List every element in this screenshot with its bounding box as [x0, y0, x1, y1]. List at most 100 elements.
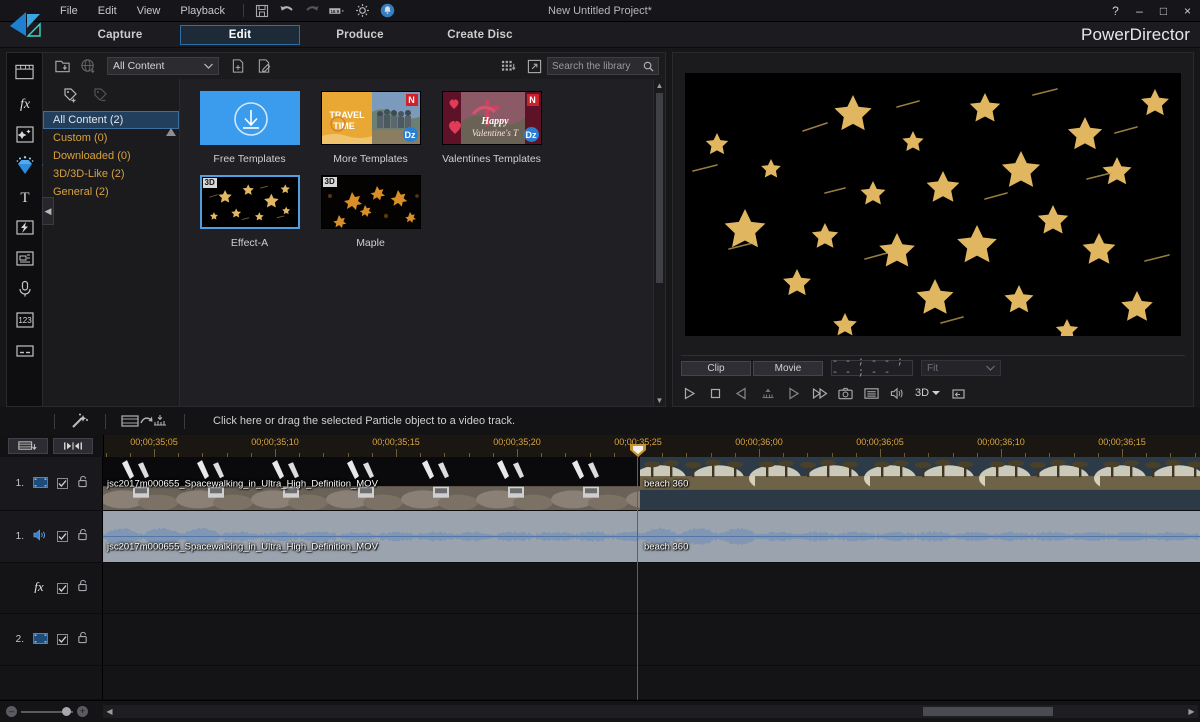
- maximize-button[interactable]: □: [1157, 5, 1170, 17]
- timeline-clip[interactable]: beach 360: [640, 457, 1200, 510]
- edit-folder-icon[interactable]: [251, 55, 277, 77]
- track-lock-icon[interactable]: [77, 475, 88, 493]
- playback-list-icon[interactable]: [863, 385, 880, 402]
- zoom-out-button[interactable]: –: [6, 706, 17, 717]
- subtitle-room-icon[interactable]: [13, 340, 37, 362]
- grid-view-icon[interactable]: [495, 55, 521, 77]
- zoom-slider[interactable]: [21, 711, 73, 713]
- playhead-handle[interactable]: [630, 444, 646, 457]
- track-body-empty[interactable]: [103, 666, 1200, 699]
- scroll-right-arrow-icon[interactable]: ▶: [1185, 707, 1198, 716]
- track-lock-icon[interactable]: [77, 579, 88, 597]
- transition-room-icon[interactable]: [13, 216, 37, 238]
- timeline-clip[interactable]: jsc2017m000655_Spacewalking_in_Ultra_Hig…: [103, 457, 640, 510]
- menu-edit[interactable]: Edit: [88, 3, 127, 19]
- title-room-icon[interactable]: T: [13, 185, 37, 207]
- play-icon[interactable]: [681, 385, 698, 402]
- particle-room-icon[interactable]: [13, 154, 37, 176]
- tab-produce[interactable]: Produce: [300, 25, 420, 45]
- fast-forward-icon[interactable]: [811, 385, 828, 402]
- scrollbar-thumb[interactable]: [656, 93, 663, 283]
- save-icon[interactable]: [254, 3, 270, 18]
- new-folder-icon[interactable]: [225, 55, 251, 77]
- search-input[interactable]: Search the library: [547, 57, 659, 75]
- timeline-ruler[interactable]: 00;00;35;05 00;00;35;10 00;00;35;15 00;00;3…: [103, 435, 1200, 457]
- track-enable-checkbox[interactable]: [57, 478, 68, 489]
- audio-track-icon[interactable]: [33, 528, 48, 546]
- library-tile-more-templates[interactable]: TRAVEL TIME N Dz More Templates: [315, 91, 426, 165]
- add-to-timeline-icon[interactable]: [120, 411, 170, 431]
- expand-library-icon[interactable]: [521, 55, 547, 77]
- library-scrollbar[interactable]: ▲ ▼: [653, 79, 665, 406]
- next-frame-icon[interactable]: [785, 385, 802, 402]
- horizontal-scrollbar-thumb[interactable]: [923, 707, 1053, 716]
- menu-view[interactable]: View: [127, 3, 171, 19]
- track-body-audio-1[interactable]: jsc2017m000655_Spacewalking_in_Ultra_Hig…: [103, 511, 1200, 562]
- collapse-category-panel-button[interactable]: ◀: [42, 197, 54, 225]
- mark-in-icon[interactable]: [759, 385, 776, 402]
- library-tile-free-templates[interactable]: Free Templates: [194, 91, 305, 165]
- track-body-video-1[interactable]: jsc2017m000655_Spacewalking_in_Ultra_Hig…: [103, 457, 1200, 510]
- settings-gear-icon[interactable]: [354, 3, 370, 18]
- track-enable-checkbox[interactable]: [57, 583, 68, 594]
- download-from-web-icon[interactable]: [75, 55, 101, 77]
- track-enable-checkbox[interactable]: [57, 634, 68, 645]
- clip-mode-button[interactable]: Clip: [681, 361, 751, 376]
- track-body-video-2[interactable]: [103, 614, 1200, 665]
- scroll-up-arrow-icon[interactable]: ▲: [654, 79, 665, 91]
- media-room-icon[interactable]: [13, 61, 37, 83]
- content-filter-select[interactable]: All Content: [107, 57, 219, 75]
- tab-edit[interactable]: Edit: [180, 25, 300, 45]
- voice-over-room-icon[interactable]: [13, 278, 37, 300]
- preview-timecode[interactable]: - - ; - - ; - - ; - -: [831, 360, 913, 376]
- undo-icon[interactable]: [279, 3, 295, 18]
- pip-objects-room-icon[interactable]: [13, 123, 37, 145]
- preview-fit-select[interactable]: Fit: [921, 360, 1001, 376]
- stop-icon[interactable]: [707, 385, 724, 402]
- tab-capture[interactable]: Capture: [60, 25, 180, 45]
- snapshot-icon[interactable]: [837, 385, 854, 402]
- close-button[interactable]: ×: [1181, 5, 1194, 17]
- previous-frame-icon[interactable]: [733, 385, 750, 402]
- menu-playback[interactable]: Playback: [170, 3, 235, 19]
- library-tile-effect-a[interactable]: 3D Effect-A: [194, 175, 305, 249]
- chapter-room-icon[interactable]: 123: [13, 309, 37, 331]
- track-enable-checkbox[interactable]: [57, 531, 68, 542]
- library-tile-valentines-templates[interactable]: Happy Valentine's T N Dz Valentines Temp…: [436, 91, 547, 165]
- preview-video[interactable]: [685, 73, 1181, 336]
- timeline-horizontal-scrollbar[interactable]: ◀ ▶: [103, 705, 1198, 718]
- track-body-fx[interactable]: [103, 563, 1200, 613]
- notification-badge-icon[interactable]: [379, 3, 395, 18]
- three-d-mode-button[interactable]: 3D: [915, 387, 940, 399]
- scroll-left-arrow-icon[interactable]: ◀: [103, 707, 116, 716]
- help-button[interactable]: ?: [1109, 5, 1122, 17]
- category-item-custom[interactable]: Custom (0): [43, 129, 179, 147]
- add-tag-icon[interactable]: [61, 85, 81, 103]
- movie-mode-button[interactable]: Movie: [753, 361, 823, 376]
- timeline-clip[interactable]: jsc2017m000655_Spacewalking_in_Ultra_Hig…: [103, 511, 640, 562]
- volume-icon[interactable]: [889, 385, 906, 402]
- menu-file[interactable]: File: [50, 3, 88, 19]
- detach-preview-icon[interactable]: [949, 385, 966, 402]
- timeline-marker-button[interactable]: [53, 438, 93, 454]
- tab-create-disc[interactable]: Create Disc: [420, 25, 540, 45]
- effect-room-fx-icon[interactable]: fx: [13, 92, 37, 114]
- category-item-downloaded[interactable]: Downloaded (0): [43, 147, 179, 165]
- zoom-slider-knob[interactable]: [62, 707, 71, 716]
- magic-tools-icon[interactable]: [69, 411, 91, 431]
- category-scroll-up-arrow[interactable]: [166, 123, 176, 141]
- minimize-button[interactable]: –: [1133, 5, 1146, 17]
- import-media-icon[interactable]: [49, 55, 75, 77]
- remove-tag-icon[interactable]: [91, 85, 111, 103]
- category-item-all-content[interactable]: All Content (2): [43, 111, 179, 129]
- redo-icon[interactable]: [304, 3, 320, 18]
- track-lock-icon[interactable]: [77, 631, 88, 649]
- track-manager-button[interactable]: [8, 438, 48, 454]
- aspect-ratio-169-icon[interactable]: 16:9: [329, 3, 345, 18]
- category-item-3d-3d-like[interactable]: 3D/3D-Like (2): [43, 165, 179, 183]
- audio-mixing-room-icon[interactable]: [13, 247, 37, 269]
- track-lock-icon[interactable]: [77, 528, 88, 546]
- category-item-general[interactable]: General (2): [43, 183, 179, 201]
- video-track-icon[interactable]: [33, 631, 48, 649]
- scroll-down-arrow-icon[interactable]: ▼: [654, 394, 665, 406]
